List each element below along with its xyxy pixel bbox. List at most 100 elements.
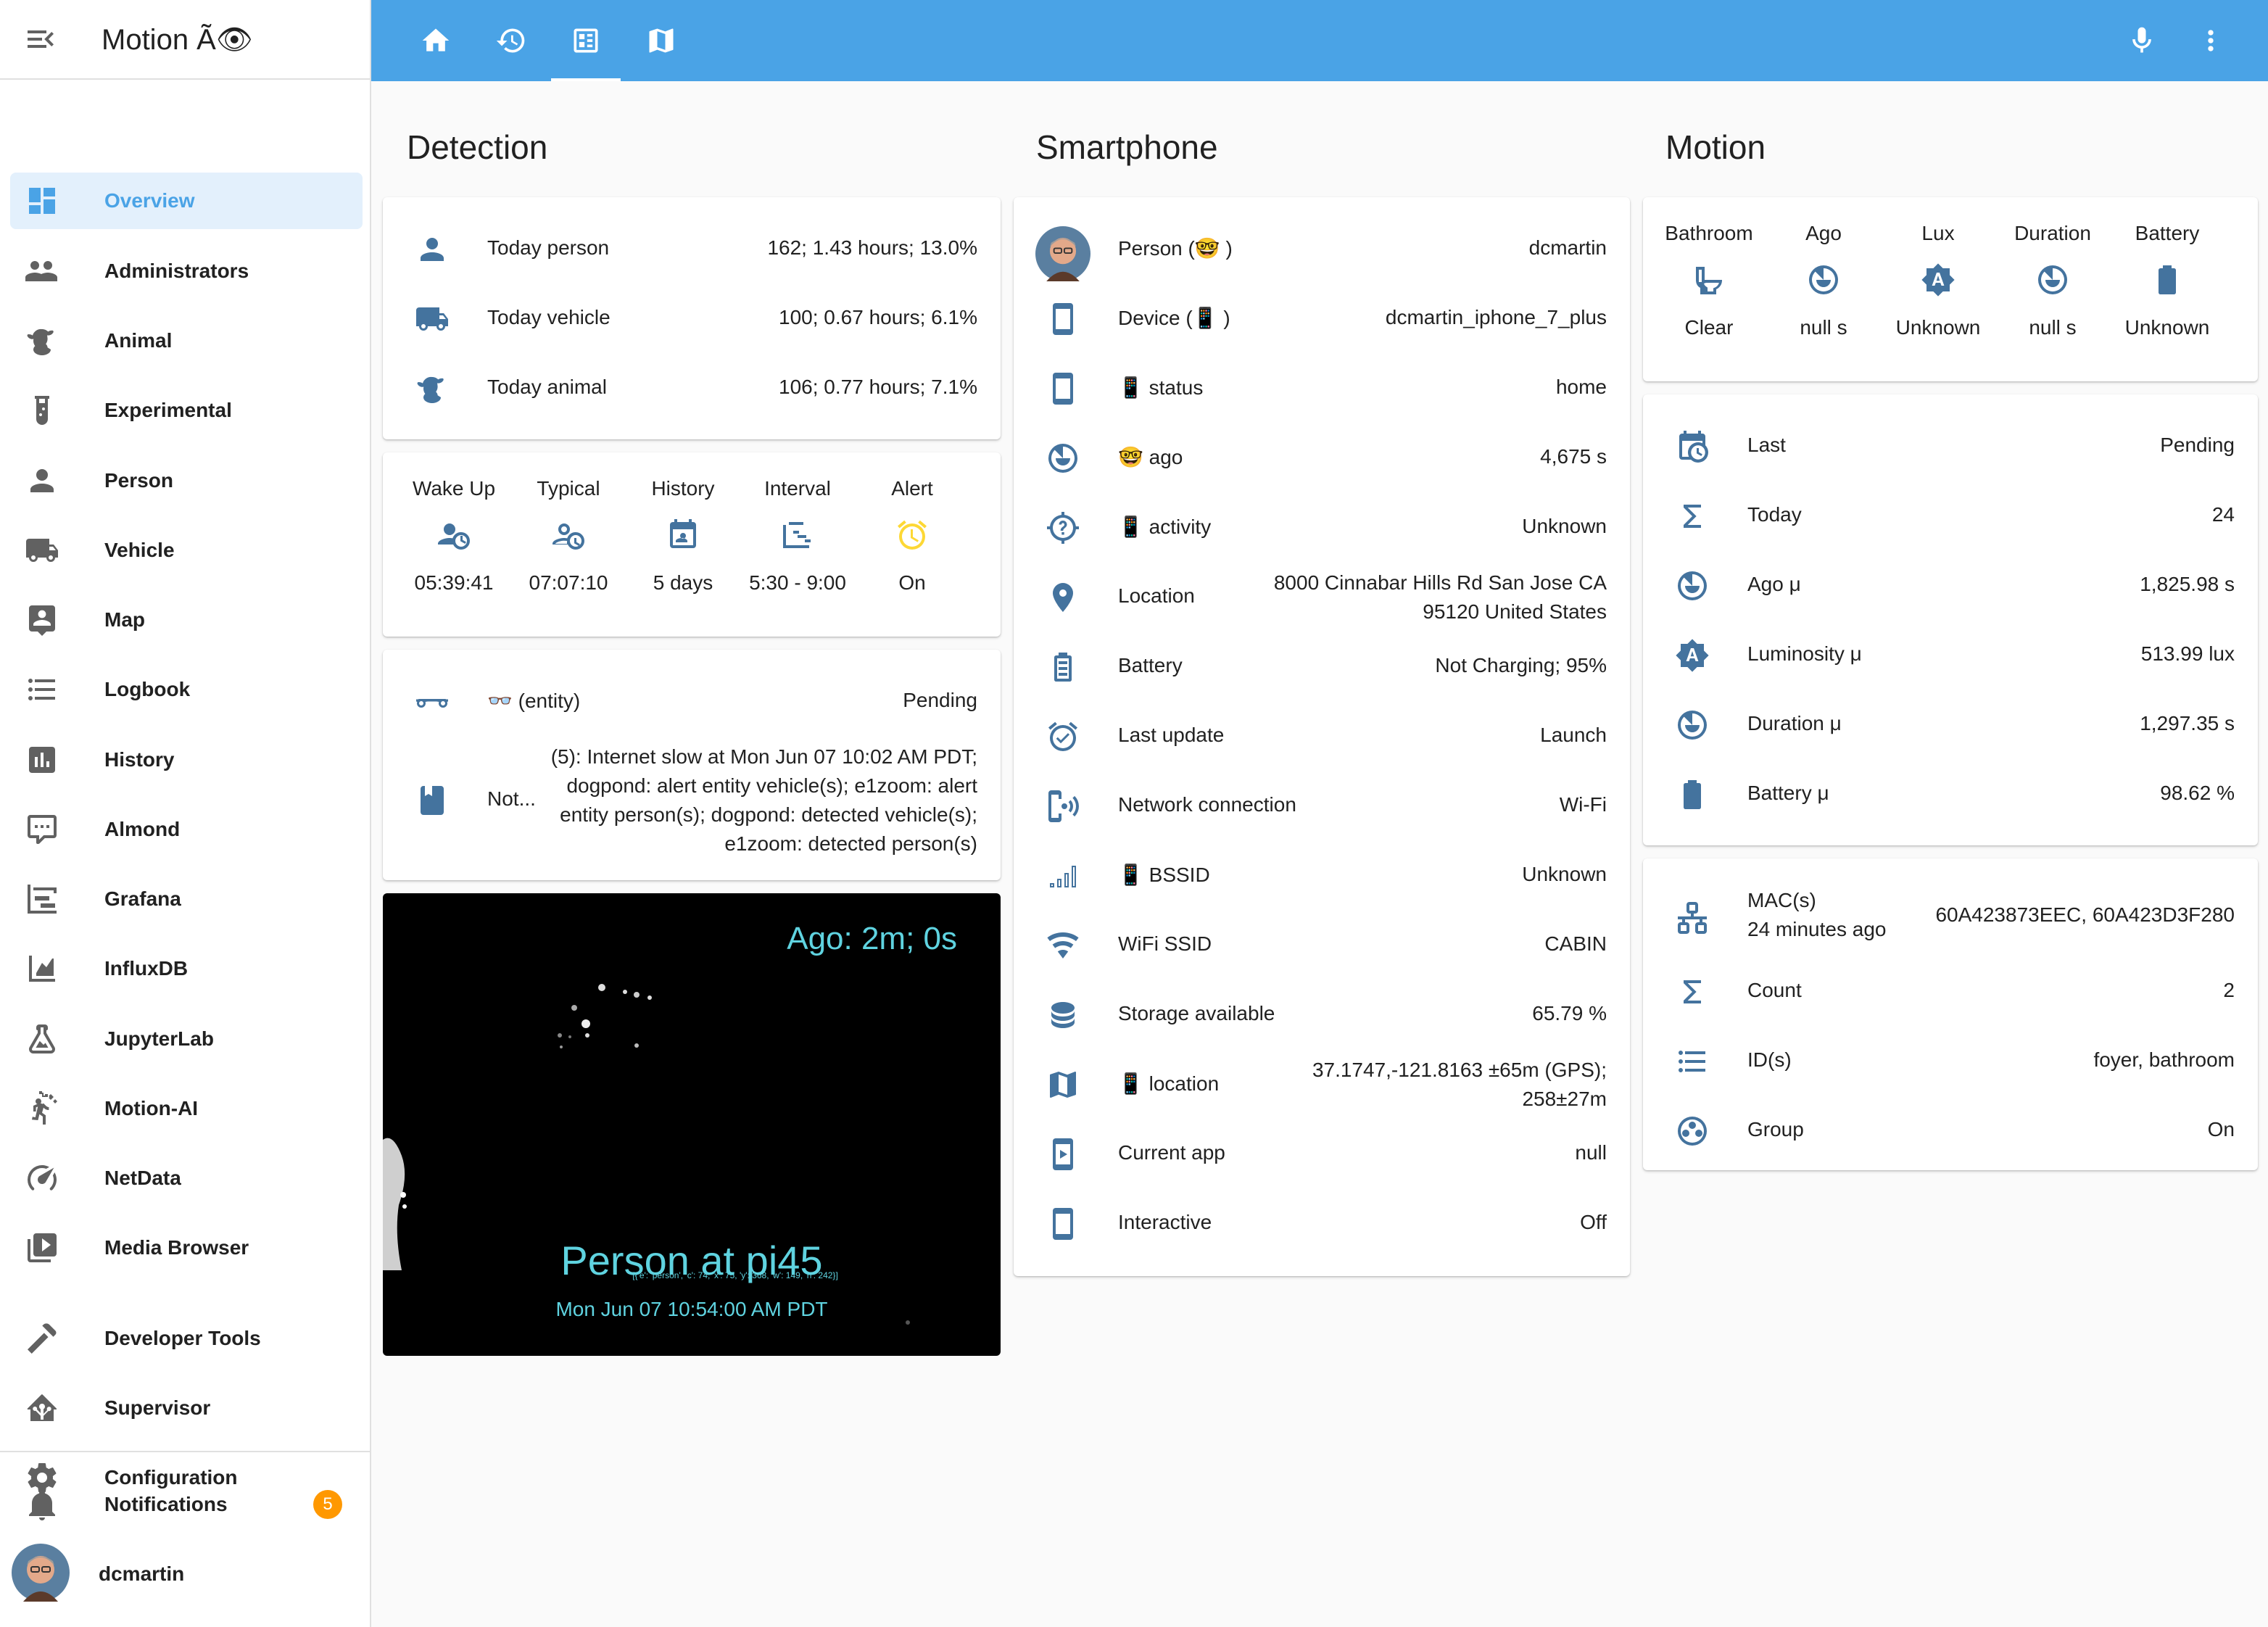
glance-state: 05:39:41 <box>414 571 494 594</box>
notebook-icon <box>415 783 450 818</box>
entity-row-interactive[interactable]: Interactive Off <box>1014 1189 1630 1259</box>
account-clock-outline-icon <box>550 516 587 554</box>
entity-label: Duration μ <box>1747 712 1842 734</box>
entity-row-battery[interactable]: Battery Not Charging; 95% <box>1014 632 1630 702</box>
sidebar-item-logbook[interactable]: Logbook <box>10 661 363 718</box>
dashboard-icon <box>574 28 598 53</box>
entity-row-status[interactable]: 📱 status home <box>1014 354 1630 423</box>
detection-entities-card: Today person 162; 1.43 hours; 13.0% Toda… <box>383 197 1001 439</box>
entity-value: Not Charging; 95% <box>1435 654 1607 676</box>
chart-timeline-icon <box>25 882 59 916</box>
camera-image-card[interactable]: Ago: 2m; 0s Person at pi45 [{'e': 'perso… <box>383 893 1001 1356</box>
format-list-icon <box>1675 1044 1710 1079</box>
entity-value: (5): Internet slow at Mon Jun 07 10:02 A… <box>550 745 977 855</box>
brightness-auto-icon <box>1919 261 1957 299</box>
tab-dashboard[interactable] <box>551 0 621 81</box>
sidebar-item-notifications[interactable]: Notifications 5 <box>10 1476 363 1533</box>
sidebar-item-almond[interactable]: Almond <box>10 801 363 858</box>
voice-command-button[interactable] <box>2113 0 2171 81</box>
sidebar-item-netdata[interactable]: NetData <box>10 1150 363 1206</box>
cellphone-wireless-icon <box>1046 789 1080 824</box>
sidebar-item-influxdb[interactable]: InfluxDB <box>10 940 363 997</box>
sidebar-item-history[interactable]: History <box>10 732 363 788</box>
glance-alert[interactable]: Alert On <box>856 477 969 595</box>
entity-value: 24 <box>2211 503 2235 526</box>
glance-ago[interactable]: Ago null s <box>1766 222 1881 339</box>
glance-bathroom[interactable]: Bathroom Clear <box>1652 222 1766 339</box>
entity-row-ids[interactable]: ID(s) foyer, bathroom <box>1643 1027 2258 1096</box>
glance-history[interactable]: History 5 days <box>626 477 740 595</box>
entity-row-glasses[interactable]: 👓 (entity) Pending <box>383 667 1001 737</box>
glance-interval[interactable]: Interval 5:30 - 9:00 <box>741 477 854 595</box>
sidebar-item-experimental[interactable]: Experimental <box>10 382 363 439</box>
entity-row-today-person[interactable]: Today person 162; 1.43 hours; 13.0% <box>383 215 1001 284</box>
sidebar-item-media-browser[interactable]: Media Browser <box>10 1220 363 1276</box>
motion-stats-card: Last Pending Today 24 Ago μ 1,825.98 s L… <box>1643 394 2258 845</box>
tab-home[interactable] <box>401 0 471 81</box>
smartphone-entities-card: Person (🤓 ) dcmartin Device (📱 ) dcmarti… <box>1014 197 1630 1276</box>
entity-value: 4,675 s <box>1540 445 1607 468</box>
overflow-menu-button[interactable] <box>2182 0 2240 81</box>
sidebar-item-label: Vehicle <box>104 539 175 561</box>
menu-collapse-button[interactable] <box>19 17 62 61</box>
sidebar-item-developer-tools[interactable]: Developer Tools <box>10 1310 363 1367</box>
entity-row-current-app[interactable]: Current app null <box>1014 1119 1630 1189</box>
glance-typical[interactable]: Typical 07:07:10 <box>512 477 625 595</box>
entity-row-last[interactable]: Last Pending <box>1643 412 2258 481</box>
sidebar-item-grafana[interactable]: Grafana <box>10 871 363 927</box>
entity-value: dcmartin <box>1528 236 1607 259</box>
glance-name: Ago <box>1805 222 1842 244</box>
play-box-multiple-icon <box>25 1230 59 1265</box>
sidebar-item-vehicle[interactable]: Vehicle <box>10 522 363 579</box>
entity-value: Pending <box>2160 434 2235 456</box>
app-title: Motion Ã👁 <box>102 23 253 56</box>
entity-row-location[interactable]: Location 8000 Cinnabar Hills Rd San Jose… <box>1014 563 1630 632</box>
entity-label: Group <box>1747 1118 1804 1140</box>
entity-row-luminosity-mean[interactable]: Luminosity μ 513.99 lux <box>1643 621 2258 690</box>
timer-icon <box>1675 568 1710 603</box>
sidebar-item-overview[interactable]: Overview <box>10 173 363 229</box>
sidebar-item-animal[interactable]: Animal <box>10 312 363 369</box>
google-circles-icon <box>1675 1114 1710 1148</box>
chart-box-icon <box>25 742 59 777</box>
tab-map[interactable] <box>626 0 696 81</box>
entity-row-macs[interactable]: MAC(s) 24 minutes ago 60A423873EEC, 60A4… <box>1643 876 2258 957</box>
entity-row-today-animal[interactable]: Today animal 106; 0.77 hours; 7.1% <box>383 354 1001 423</box>
entity-row-group[interactable]: Group On <box>1643 1096 2258 1166</box>
tab-history[interactable] <box>476 0 546 81</box>
glance-lux[interactable]: Lux Unknown <box>1881 222 1995 339</box>
detection-entity-card: 👓 (entity) Pending Not... (5): Internet … <box>383 650 1001 880</box>
entity-row-bssid[interactable]: 📱 BSSID Unknown <box>1014 841 1630 911</box>
entity-row-count[interactable]: Count 2 <box>1643 957 2258 1027</box>
glance-wake-up[interactable]: Wake Up 05:39:41 <box>397 477 510 595</box>
entity-row-notifications[interactable]: Not... (5): Internet slow at Mon Jun 07 … <box>383 737 1001 864</box>
glance-name: Typical <box>537 477 600 500</box>
entity-row-phone-location[interactable]: 📱 location 37.1747,-121.8163 ±65m (GPS);… <box>1014 1050 1630 1119</box>
sidebar-item-supervisor[interactable]: Supervisor <box>10 1380 363 1436</box>
sidebar-item-motion-ai[interactable]: Motion-AI <box>10 1080 363 1137</box>
entity-label: Battery μ <box>1747 782 1829 804</box>
entity-row-today[interactable]: Today 24 <box>1643 481 2258 551</box>
entity-row-ago[interactable]: 🤓 ago 4,675 s <box>1014 423 1630 493</box>
sidebar-item-jupyterlab[interactable]: JupyterLab <box>10 1011 363 1067</box>
entity-row-today-vehicle[interactable]: Today vehicle 100; 0.67 hours; 6.1% <box>383 284 1001 354</box>
entity-value: 1,825.98 s <box>2140 573 2235 595</box>
sidebar-item-map[interactable]: Map <box>10 592 363 648</box>
entity-row-ago-mean[interactable]: Ago μ 1,825.98 s <box>1643 551 2258 621</box>
entity-row-duration-mean[interactable]: Duration μ 1,297.35 s <box>1643 690 2258 760</box>
glance-duration[interactable]: Duration null s <box>1995 222 2110 339</box>
sidebar-item-label: Overview <box>104 189 195 212</box>
entity-row-storage-available[interactable]: Storage available 65.79 % <box>1014 980 1630 1050</box>
sidebar-item-profile[interactable]: dcmartin <box>10 1543 363 1602</box>
entity-row-network-connection[interactable]: Network connection Wi-Fi <box>1014 771 1630 841</box>
entity-row-last-update[interactable]: Last update Launch <box>1014 702 1630 771</box>
entity-row-device[interactable]: Device (📱 ) dcmartin_iphone_7_plus <box>1014 284 1630 354</box>
glance-battery[interactable]: Battery Unknown <box>2110 222 2224 339</box>
map-icon <box>649 28 674 53</box>
sidebar-item-person[interactable]: Person <box>10 452 363 509</box>
sidebar-item-administrators[interactable]: Administrators <box>10 243 363 299</box>
entity-row-battery-mean[interactable]: Battery μ 98.62 % <box>1643 760 2258 829</box>
entity-row-wifi-ssid[interactable]: WiFi SSID CABIN <box>1014 911 1630 980</box>
entity-row-person[interactable]: Person (🤓 ) dcmartin <box>1014 215 1630 284</box>
entity-row-activity[interactable]: 📱 activity Unknown <box>1014 493 1630 563</box>
